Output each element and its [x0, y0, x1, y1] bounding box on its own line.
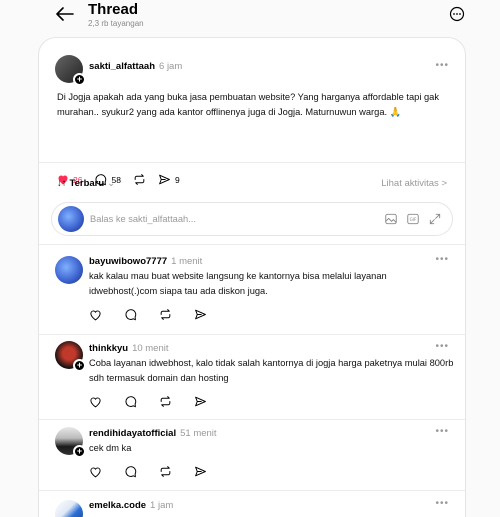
- more-options-icon[interactable]: [449, 6, 465, 22]
- view-count: 2,3 rb tayangan: [88, 19, 144, 28]
- heart-icon[interactable]: [89, 396, 102, 408]
- username[interactable]: bayuwibowo7777: [89, 256, 167, 267]
- comment-header: bayuwibowo7777 1 menit: [89, 256, 202, 267]
- avatar[interactable]: [55, 256, 83, 284]
- repost-icon[interactable]: [159, 465, 172, 478]
- svg-text:GIF: GIF: [410, 217, 417, 222]
- comment-menu-icon[interactable]: •••: [435, 426, 449, 437]
- comment-menu-icon[interactable]: •••: [435, 341, 449, 352]
- chevron-down-icon: ⌄: [107, 178, 116, 189]
- repost-icon: [134, 174, 145, 185]
- comment-actions: [89, 308, 207, 321]
- post-menu-icon[interactable]: •••: [435, 60, 449, 71]
- sort-label: Terbaru: [69, 178, 105, 189]
- comment-actions: [89, 465, 207, 478]
- send-icon[interactable]: [194, 395, 207, 408]
- post-text: Di Jogja apakah ada yang buka jasa pembu…: [57, 92, 439, 117]
- comment-menu-icon[interactable]: •••: [435, 254, 449, 265]
- gif-icon[interactable]: GIF: [406, 212, 420, 226]
- comment-header: rendihidayatofficial 51 menit: [89, 428, 217, 439]
- comment-icon[interactable]: [124, 308, 137, 321]
- back-button[interactable]: [56, 4, 80, 24]
- send-icon[interactable]: [194, 308, 207, 321]
- heart-icon[interactable]: [89, 309, 102, 321]
- username[interactable]: rendihidayatofficial: [89, 428, 176, 439]
- sort-dropdown[interactable]: ↓↑ Terbaru ⌄: [57, 178, 115, 189]
- timestamp: 1 menit: [171, 256, 203, 267]
- timestamp: 10 menit: [132, 343, 169, 354]
- page-title: Thread: [88, 1, 139, 18]
- image-icon[interactable]: [384, 212, 398, 226]
- my-avatar: [58, 206, 84, 232]
- timestamp: 1 jam: [150, 500, 174, 511]
- comment-header: thinkkyu 10 menit: [89, 343, 169, 354]
- heart-icon[interactable]: [89, 466, 102, 478]
- share-button[interactable]: 9: [158, 173, 180, 186]
- avatar[interactable]: +: [55, 341, 86, 372]
- post-header: sakti_alfattaah 6 jam: [89, 61, 182, 72]
- comment-actions: [89, 395, 207, 408]
- reply-input[interactable]: Balas ke sakti_alfattaah... GIF: [51, 202, 453, 236]
- sort-icon: ↓↑: [57, 178, 67, 189]
- reply-placeholder: Balas ke sakti_alfattaah...: [90, 214, 196, 224]
- top-bar: Thread 2,3 rb tayangan: [0, 0, 500, 32]
- comment-text: cek dm ka: [89, 443, 132, 453]
- reply-tools: GIF: [384, 212, 442, 226]
- repost-button[interactable]: [133, 173, 146, 186]
- expand-icon[interactable]: [428, 212, 442, 226]
- avatar[interactable]: +: [55, 500, 83, 517]
- comment-text: Coba layanan idwebhost, kalo tidak salah…: [89, 358, 454, 383]
- repost-icon[interactable]: [159, 308, 172, 321]
- comment-menu-icon[interactable]: •••: [435, 498, 449, 509]
- comment-header: emelka.code 1 jam: [89, 500, 173, 511]
- timestamp: 6 jam: [159, 61, 183, 72]
- back-arrow-icon: [56, 7, 74, 21]
- repost-icon[interactable]: [159, 395, 172, 408]
- username[interactable]: emelka.code: [89, 500, 146, 511]
- thread-card: + sakti_alfattaah 6 jam ••• Di Jogja apak…: [38, 37, 466, 517]
- send-icon: [159, 174, 170, 185]
- avatar[interactable]: +: [55, 55, 86, 86]
- username[interactable]: thinkkyu: [89, 343, 128, 354]
- send-icon[interactable]: [194, 465, 207, 478]
- share-count: 9: [174, 174, 180, 185]
- username[interactable]: sakti_alfattaah: [89, 61, 155, 72]
- comment-text: kak kalau mau buat website langsung ke k…: [89, 271, 387, 296]
- avatar[interactable]: +: [55, 427, 86, 458]
- view-activity-link[interactable]: Lihat aktivitas >: [381, 178, 447, 189]
- timestamp: 51 menit: [180, 428, 217, 439]
- comment-icon[interactable]: [124, 395, 137, 408]
- comment-icon[interactable]: [124, 465, 137, 478]
